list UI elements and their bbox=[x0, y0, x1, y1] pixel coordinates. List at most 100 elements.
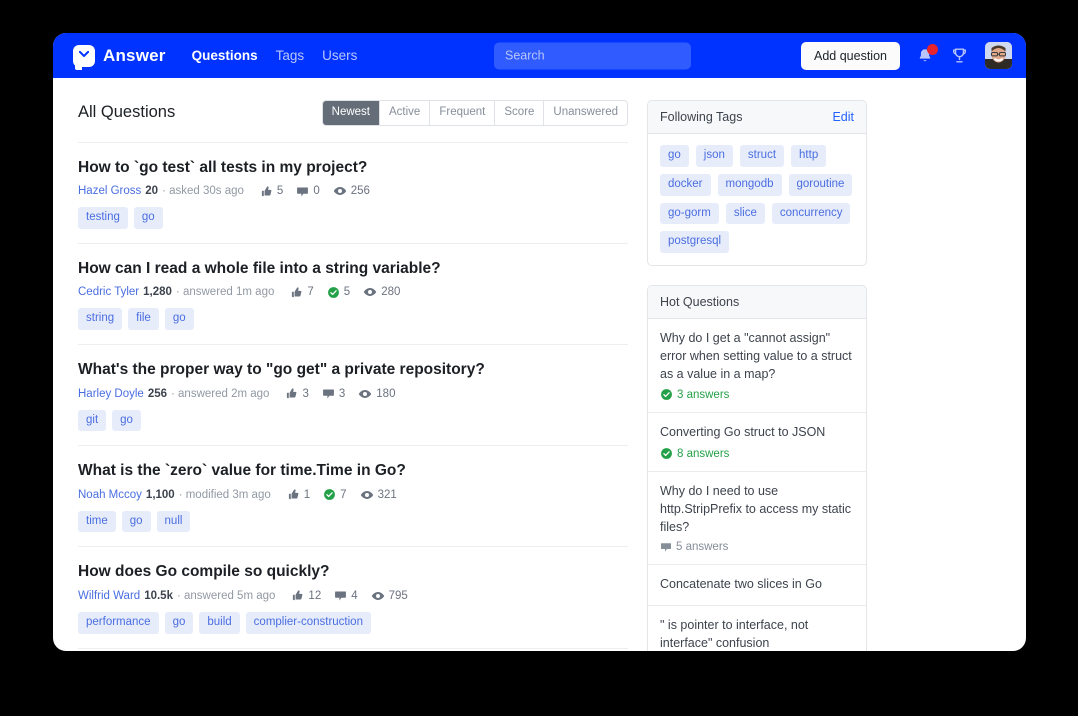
question-activity: · answered 2m ago bbox=[171, 387, 270, 400]
search-input[interactable] bbox=[494, 42, 691, 69]
add-question-button[interactable]: Add question bbox=[801, 41, 900, 70]
question-tag[interactable]: complier-construction bbox=[245, 611, 371, 634]
hot-question-title: Why do I need to use http.StripPrefix to… bbox=[660, 484, 852, 534]
nav-link-tags[interactable]: Tags bbox=[276, 48, 305, 63]
question-author-reputation: 10.5k bbox=[144, 589, 173, 602]
question-title[interactable]: How to `go test` all tests in my project… bbox=[78, 158, 628, 177]
question-tag[interactable]: build bbox=[199, 611, 240, 634]
accepted-answer-icon bbox=[327, 286, 339, 298]
question-activity: · asked 30s ago bbox=[162, 185, 244, 198]
question-author[interactable]: Wilfrid Ward bbox=[78, 590, 140, 602]
following-tags-title: Following Tags bbox=[660, 110, 743, 124]
following-tag[interactable]: concurrency bbox=[771, 202, 851, 225]
question-author[interactable]: Noah Mccoy bbox=[78, 489, 142, 501]
brand-name: Answer bbox=[103, 45, 166, 65]
filter-tabs: Newest Active Frequent Score Unanswered bbox=[321, 100, 628, 126]
nav-link-users[interactable]: Users bbox=[322, 48, 357, 63]
question-title[interactable]: How can I read a whole file into a strin… bbox=[78, 259, 628, 278]
question-item[interactable]: How to `go test` all tests in my project… bbox=[78, 141, 628, 243]
question-author-reputation: 20 bbox=[145, 185, 159, 198]
accepted-answer-icon bbox=[661, 448, 672, 460]
achievements-button[interactable] bbox=[950, 46, 969, 65]
hot-question-answers: 3 answers bbox=[660, 388, 854, 401]
notifications-button[interactable] bbox=[916, 43, 938, 65]
vote-count: 5 bbox=[260, 185, 283, 198]
following-tag[interactable]: mongodb bbox=[717, 173, 782, 196]
question-item[interactable]: How can I read a whole file into a strin… bbox=[78, 242, 628, 344]
question-tags: string file go bbox=[78, 308, 628, 331]
hot-question-title: Why do I get a "cannot assign" error whe… bbox=[660, 331, 852, 381]
hot-question-item[interactable]: Converting Go struct to JSON 8 answers bbox=[648, 413, 866, 473]
question-tag[interactable]: go bbox=[121, 510, 151, 533]
hot-question-item[interactable]: Concatenate two slices in Go bbox=[648, 565, 866, 607]
brand-logo[interactable]: Answer bbox=[73, 44, 166, 70]
following-tags-list: go json struct http docker mongodb goroutine go… bbox=[660, 145, 854, 254]
hot-question-title: " is pointer to interface, not interface… bbox=[660, 618, 809, 650]
question-title[interactable]: What's the proper way to "go get" a priv… bbox=[78, 360, 628, 379]
app-window: Answer Questions Tags Users Add question bbox=[53, 33, 1026, 651]
question-tag[interactable]: file bbox=[128, 308, 159, 331]
question-title[interactable]: What is the `zero` value for time.Time i… bbox=[78, 461, 628, 480]
question-stats: 1 7 321 bbox=[287, 488, 397, 502]
tab-frequent[interactable]: Frequent bbox=[430, 101, 496, 125]
following-tags-body: go json struct http docker mongodb goroutine go… bbox=[648, 134, 866, 265]
thumbs-up-icon bbox=[293, 590, 303, 601]
views-icon bbox=[359, 389, 372, 398]
hot-question-item[interactable]: Why do I need to use http.StripPrefix to… bbox=[648, 472, 866, 566]
following-tag[interactable]: postgresql bbox=[660, 231, 730, 254]
question-author[interactable]: Harley Doyle bbox=[78, 388, 144, 400]
question-tag[interactable]: performance bbox=[78, 611, 159, 634]
tab-score[interactable]: Score bbox=[495, 101, 545, 125]
question-activity: · answered 1m ago bbox=[175, 286, 275, 299]
question-tag[interactable]: go bbox=[164, 308, 194, 331]
question-author[interactable]: Hazel Gross bbox=[78, 185, 141, 197]
following-tag[interactable]: goroutine bbox=[788, 173, 853, 196]
question-tag[interactable]: go bbox=[133, 207, 163, 229]
question-tag[interactable]: go bbox=[112, 409, 141, 432]
hot-question-item[interactable]: " is pointer to interface, not interface… bbox=[648, 606, 866, 651]
question-tag[interactable]: time bbox=[78, 510, 116, 533]
following-tag[interactable]: struct bbox=[739, 145, 785, 167]
question-item[interactable]: How does Go update third-party packages?… bbox=[78, 647, 628, 651]
following-tag[interactable]: http bbox=[791, 145, 827, 167]
question-tag[interactable]: string bbox=[78, 308, 123, 331]
view-count: 256 bbox=[333, 184, 370, 198]
question-meta: Hazel Gross 20 · asked 30s ago 5 0 256 bbox=[78, 184, 628, 198]
following-tag[interactable]: go bbox=[660, 145, 689, 167]
page-body: All Questions Newest Active Frequent Sco… bbox=[53, 78, 1026, 651]
nav-link-questions[interactable]: Questions bbox=[192, 48, 258, 63]
question-meta: Cedric Tyler 1,280 · answered 1m ago 7 5 280 bbox=[78, 285, 628, 299]
thumbs-up-icon bbox=[292, 287, 302, 297]
tab-newest[interactable]: Newest bbox=[322, 101, 381, 125]
following-tag[interactable]: docker bbox=[660, 173, 711, 196]
question-tag[interactable]: testing bbox=[78, 207, 128, 229]
question-stats: 5 0 256 bbox=[260, 184, 370, 198]
question-tags: git go bbox=[78, 409, 628, 432]
question-tag[interactable]: go bbox=[164, 611, 194, 634]
question-meta: Harley Doyle 256 · answered 2m ago 3 3 180 bbox=[78, 387, 628, 401]
question-item[interactable]: How does Go compile so quickly? Wilfrid W… bbox=[78, 546, 628, 647]
question-item[interactable]: What's the proper way to "go get" a priv… bbox=[78, 344, 628, 445]
following-tag[interactable]: json bbox=[695, 145, 733, 167]
vote-count: 7 bbox=[290, 286, 314, 299]
question-tag[interactable]: git bbox=[78, 409, 107, 432]
comment-icon bbox=[335, 591, 347, 601]
edit-tags-link[interactable]: Edit bbox=[832, 110, 854, 124]
views-icon bbox=[364, 288, 377, 297]
user-avatar[interactable] bbox=[985, 42, 1012, 69]
following-tag[interactable]: slice bbox=[725, 202, 765, 225]
vote-count: 1 bbox=[287, 488, 310, 501]
vote-count: 3 bbox=[285, 387, 309, 400]
hot-question-title: Concatenate two slices in Go bbox=[660, 577, 822, 592]
question-author[interactable]: Cedric Tyler bbox=[78, 286, 139, 298]
tab-unanswered[interactable]: Unanswered bbox=[544, 101, 627, 125]
question-title[interactable]: How does Go compile so quickly? bbox=[78, 562, 628, 581]
views-icon bbox=[333, 187, 346, 196]
hot-question-item[interactable]: Why do I get a "cannot assign" error whe… bbox=[648, 319, 866, 414]
thumbs-up-icon bbox=[288, 489, 299, 500]
following-tag[interactable]: go-gorm bbox=[660, 202, 719, 225]
tab-active[interactable]: Active bbox=[380, 101, 431, 125]
question-tags: time go null bbox=[78, 510, 628, 533]
question-item[interactable]: What is the `zero` value for time.Time i… bbox=[78, 445, 628, 546]
question-tag[interactable]: null bbox=[156, 510, 191, 533]
